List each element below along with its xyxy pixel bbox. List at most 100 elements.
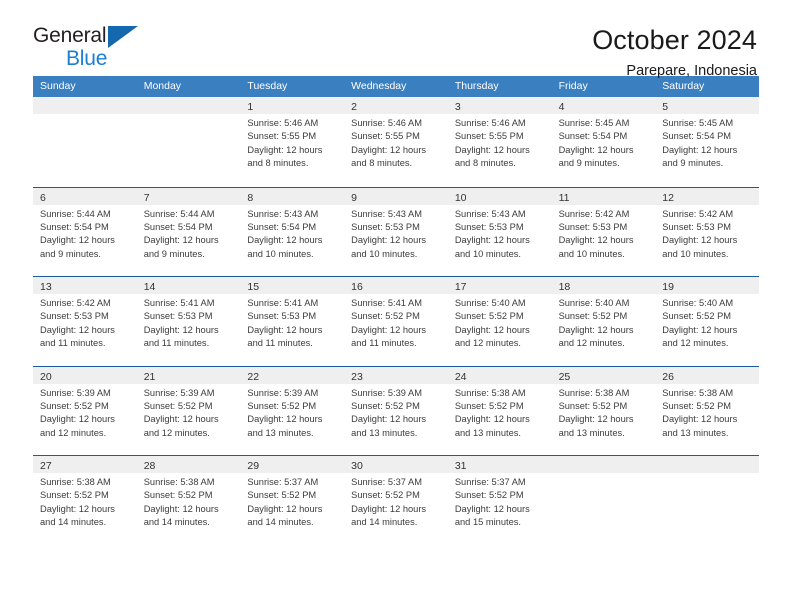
daylight-text: Daylight: 12 hours and 9 minutes. xyxy=(662,144,738,169)
daylight-text: Daylight: 12 hours and 8 minutes. xyxy=(454,144,530,169)
calendar-day-cell[interactable]: 22 Sunrise: 5:39 AM Sunset: 5:52 PM Dayligh… xyxy=(240,366,345,455)
calendar-day-cell[interactable]: 19 Sunrise: 5:40 AM Sunset: 5:52 PM Dayligh… xyxy=(655,277,759,366)
day-number-band: 17 xyxy=(447,277,552,294)
day-info: Sunrise: 5:38 AM Sunset: 5:52 PM Daylight:… xyxy=(448,384,552,441)
sunset-text: Sunset: 5:55 PM xyxy=(351,131,420,142)
day-number: 13 xyxy=(40,281,52,293)
day-number: 16 xyxy=(351,281,363,293)
day-number: 1 xyxy=(247,101,254,113)
day-number-band xyxy=(655,456,759,473)
calendar-day-cell[interactable]: 29 Sunrise: 5:37 AM Sunset: 5:52 PM Dayligh… xyxy=(240,456,345,545)
day-number: 12 xyxy=(662,191,674,204)
calendar-day-cell[interactable]: 31 Sunrise: 5:37 AM Sunset: 5:52 PM Dayligh… xyxy=(447,456,552,545)
calendar-day-cell[interactable]: 11 Sunrise: 5:42 AM Sunset: 5:53 PM Dayligh… xyxy=(551,187,656,276)
calendar-day-cell[interactable]: 5 Sunrise: 5:45 AM Sunset: 5:54 PM Daylight… xyxy=(655,97,759,187)
sunrise-text: Sunrise: 5:37 AM xyxy=(454,477,526,487)
day-number-band: 26 xyxy=(655,366,759,384)
day-number-band: 18 xyxy=(551,277,656,294)
calendar-day-cell[interactable]: 27 Sunrise: 5:38 AM Sunset: 5:52 PM Dayligh… xyxy=(33,456,137,545)
calendar-day-cell[interactable]: 8 Sunrise: 5:43 AM Sunset: 5:54 PM Daylight… xyxy=(240,187,345,276)
day-number: 31 xyxy=(454,460,467,472)
sunrise-text: Sunrise: 5:40 AM xyxy=(662,298,734,308)
calendar-day-cell[interactable]: 6 Sunrise: 5:44 AM Sunset: 5:54 PM Daylight… xyxy=(33,187,137,276)
calendar-day-cell[interactable]: 3 Sunrise: 5:46 AM Sunset: 5:55 PM Daylight… xyxy=(447,97,552,187)
daylight-text: Daylight: 12 hours and 10 minutes. xyxy=(247,235,323,259)
sunrise-text: Sunrise: 5:38 AM xyxy=(558,387,630,398)
daylight-text: Daylight: 12 hours and 12 minutes. xyxy=(558,324,634,349)
day-number-band: 7 xyxy=(136,187,241,205)
daylight-text: Daylight: 12 hours and 9 minutes. xyxy=(143,235,219,259)
calendar-week-row: 20 Sunrise: 5:39 AM Sunset: 5:52 PM Dayligh… xyxy=(33,365,759,455)
day-number-band: 28 xyxy=(136,456,241,473)
calendar-day-cell[interactable]: 16 Sunrise: 5:41 AM Sunset: 5:52 PM Dayligh… xyxy=(344,277,448,366)
page-header: General Blue October 2024 Parepare, Indo… xyxy=(33,0,759,79)
calendar-day-cell[interactable]: 7 Sunrise: 5:44 AM Sunset: 5:54 PM Daylight… xyxy=(136,187,241,276)
day-number-band: 24 xyxy=(447,366,552,384)
day-number: 10 xyxy=(454,191,467,204)
sunrise-text: Sunrise: 5:38 AM xyxy=(454,387,526,398)
daylight-text: Daylight: 12 hours and 12 minutes. xyxy=(143,414,219,438)
calendar-day-cell[interactable]: 2 Sunrise: 5:46 AM Sunset: 5:55 PM Daylight… xyxy=(344,97,448,187)
day-number: 25 xyxy=(558,370,571,383)
sunrise-text: Sunrise: 5:42 AM xyxy=(40,298,111,308)
calendar-day-cell[interactable]: 1 Sunrise: 5:46 AM Sunset: 5:55 PM Daylight… xyxy=(240,97,345,187)
day-info: Sunrise: 5:39 AM Sunset: 5:52 PM Daylight:… xyxy=(137,384,241,441)
daylight-text: Daylight: 12 hours and 14 minutes. xyxy=(143,503,219,528)
calendar-day-cell[interactable]: 12 Sunrise: 5:42 AM Sunset: 5:53 PM Dayligh… xyxy=(655,187,759,276)
daylight-text: Daylight: 12 hours and 13 minutes. xyxy=(558,414,634,438)
sunset-text: Sunset: 5:52 PM xyxy=(351,311,420,322)
sunrise-text: Sunrise: 5:39 AM xyxy=(40,387,111,398)
calendar-day-cell[interactable]: 9 Sunrise: 5:43 AM Sunset: 5:53 PM Daylight… xyxy=(344,187,448,276)
calendar-day-cell[interactable]: 10 Sunrise: 5:43 AM Sunset: 5:53 PM Dayligh… xyxy=(447,187,552,276)
calendar-day-cell[interactable]: 18 Sunrise: 5:40 AM Sunset: 5:52 PM Dayligh… xyxy=(551,277,656,366)
calendar-day-cell[interactable]: 4 Sunrise: 5:45 AM Sunset: 5:54 PM Daylight… xyxy=(551,97,656,187)
daylight-text: Daylight: 12 hours and 12 minutes. xyxy=(40,414,115,438)
sunrise-text: Sunrise: 5:39 AM xyxy=(143,387,215,398)
day-number: 11 xyxy=(558,191,570,204)
day-info: Sunrise: 5:42 AM Sunset: 5:53 PM Daylight:… xyxy=(33,294,137,351)
calendar-day-cell[interactable]: 25 Sunrise: 5:38 AM Sunset: 5:52 PM Dayligh… xyxy=(551,366,656,455)
sunset-text: Sunset: 5:55 PM xyxy=(454,131,524,142)
calendar-day-cell[interactable]: 28 Sunrise: 5:38 AM Sunset: 5:52 PM Dayligh… xyxy=(136,456,241,545)
title-block: October 2024 Parepare, Indonesia xyxy=(592,24,759,82)
sunset-text: Sunset: 5:52 PM xyxy=(454,400,524,411)
day-info: Sunrise: 5:46 AM Sunset: 5:55 PM Daylight:… xyxy=(240,114,344,171)
day-number-band: 3 xyxy=(447,97,552,114)
daylight-text: Daylight: 12 hours and 14 minutes. xyxy=(247,503,323,528)
sunset-text: Sunset: 5:52 PM xyxy=(454,311,524,322)
calendar-day-cell[interactable]: 15 Sunrise: 5:41 AM Sunset: 5:53 PM Dayligh… xyxy=(240,277,345,366)
day-number-band: 8 xyxy=(240,187,345,205)
day-number: 8 xyxy=(247,191,254,204)
calendar-day-cell[interactable]: 21 Sunrise: 5:39 AM Sunset: 5:52 PM Dayligh… xyxy=(136,366,241,455)
day-number: 5 xyxy=(662,101,669,113)
day-info: Sunrise: 5:45 AM Sunset: 5:54 PM Daylight:… xyxy=(552,114,656,171)
daylight-text: Daylight: 12 hours and 10 minutes. xyxy=(351,235,427,259)
calendar-week-row: 1 Sunrise: 5:46 AM Sunset: 5:55 PM Daylight… xyxy=(33,97,759,187)
sunrise-text: Sunrise: 5:46 AM xyxy=(351,118,422,128)
calendar-day-cell[interactable]: 23 Sunrise: 5:39 AM Sunset: 5:52 PM Dayligh… xyxy=(344,366,448,455)
day-number: 6 xyxy=(40,191,46,204)
calendar-day-cell[interactable]: 24 Sunrise: 5:38 AM Sunset: 5:52 PM Dayligh… xyxy=(447,366,552,455)
day-number: 9 xyxy=(351,191,357,204)
sunset-text: Sunset: 5:53 PM xyxy=(454,221,524,232)
logo-text-general: General xyxy=(33,24,107,47)
day-info: Sunrise: 5:43 AM Sunset: 5:53 PM Daylight:… xyxy=(344,205,448,262)
general-blue-logo: General Blue xyxy=(33,24,163,80)
calendar-day-cell[interactable]: 14 Sunrise: 5:41 AM Sunset: 5:53 PM Dayligh… xyxy=(136,277,241,366)
calendar-day-cell-empty xyxy=(136,97,241,187)
calendar-day-cell[interactable]: 30 Sunrise: 5:37 AM Sunset: 5:52 PM Dayligh… xyxy=(344,456,448,545)
daylight-text: Daylight: 12 hours and 12 minutes. xyxy=(454,324,530,349)
calendar-day-cell[interactable]: 20 Sunrise: 5:39 AM Sunset: 5:52 PM Dayligh… xyxy=(33,366,137,455)
day-info: Sunrise: 5:45 AM Sunset: 5:54 PM Daylight:… xyxy=(655,114,759,171)
calendar-day-cell[interactable]: 26 Sunrise: 5:38 AM Sunset: 5:52 PM Dayligh… xyxy=(655,366,759,455)
sunrise-text: Sunrise: 5:43 AM xyxy=(454,208,526,219)
sunset-text: Sunset: 5:53 PM xyxy=(247,311,317,322)
calendar-day-cell[interactable]: 17 Sunrise: 5:40 AM Sunset: 5:52 PM Dayligh… xyxy=(447,277,552,366)
sunset-text: Sunset: 5:52 PM xyxy=(351,400,420,411)
calendar-day-cell[interactable]: 13 Sunrise: 5:42 AM Sunset: 5:53 PM Dayligh… xyxy=(33,277,137,366)
sunset-text: Sunset: 5:53 PM xyxy=(662,221,732,232)
calendar-week-row: 13 Sunrise: 5:42 AM Sunset: 5:53 PM Dayligh… xyxy=(33,276,759,366)
sunrise-text: Sunrise: 5:39 AM xyxy=(247,387,319,398)
sunset-text: Sunset: 5:54 PM xyxy=(558,131,628,142)
daylight-text: Daylight: 12 hours and 11 minutes. xyxy=(247,324,323,349)
